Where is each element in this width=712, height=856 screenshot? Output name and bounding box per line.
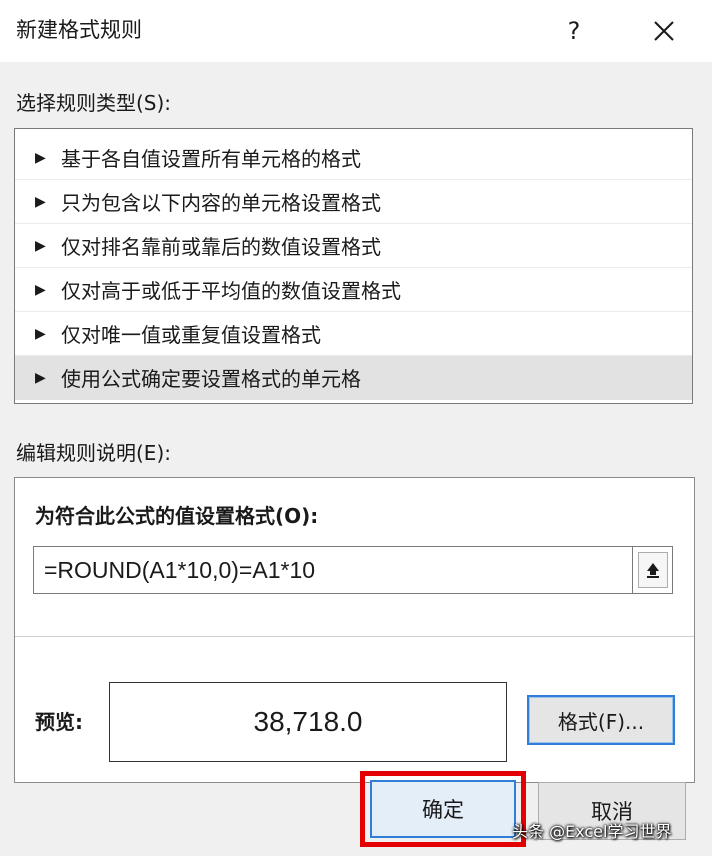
ok-button[interactable]: 确定 [370, 780, 516, 838]
collapse-dialog-icon [646, 563, 659, 578]
rule-type-item[interactable]: ▶ 基于各自值设置所有单元格的格式 [15, 136, 692, 180]
format-button[interactable]: 格式(F)... [527, 695, 675, 745]
triangle-right-icon: ▶ [35, 193, 46, 210]
dialog-title: 新建格式规则 [16, 18, 142, 42]
preview-box: 38,718.0 [109, 682, 507, 762]
rule-description-panel: 为符合此公式的值设置格式(O): =ROUND(A1*10,0)=A1*10 预… [14, 477, 695, 783]
rule-type-item[interactable]: ▶ 仅对高于或低于平均值的数值设置格式 [15, 268, 692, 312]
formula-input[interactable]: =ROUND(A1*10,0)=A1*10 [33, 546, 633, 594]
rule-type-item-label: 基于各自值设置所有单元格的格式 [61, 147, 361, 171]
preview-label: 预览: [35, 710, 83, 734]
watermark: 头条 @Excel学习世界 [512, 822, 672, 841]
rule-type-label: 选择规则类型(S): [16, 91, 172, 115]
rule-type-item-label: 仅对高于或低于平均值的数值设置格式 [61, 279, 401, 303]
rule-type-item-label: 仅对排名靠前或靠后的数值设置格式 [61, 235, 381, 259]
close-icon [654, 21, 674, 41]
title-bar: 新建格式规则 ? [0, 0, 712, 62]
rule-type-item[interactable]: ▶ 只为包含以下内容的单元格设置格式 [15, 180, 692, 224]
rule-type-item-selected[interactable]: ▶ 使用公式确定要设置格式的单元格 [15, 356, 692, 400]
rule-type-list[interactable]: ▶ 基于各自值设置所有单元格的格式 ▶ 只为包含以下内容的单元格设置格式 ▶ 仅… [14, 128, 693, 404]
collapse-dialog-button[interactable] [633, 546, 673, 594]
help-button[interactable]: ? [554, 12, 594, 50]
triangle-right-icon: ▶ [35, 369, 46, 386]
rule-type-item[interactable]: ▶ 仅对唯一值或重复值设置格式 [15, 312, 692, 356]
triangle-right-icon: ▶ [35, 281, 46, 298]
rule-type-item-label: 使用公式确定要设置格式的单元格 [61, 367, 361, 391]
triangle-right-icon: ▶ [35, 237, 46, 254]
preview-value: 38,718.0 [253, 706, 363, 737]
rule-description-label: 编辑规则说明(E): [16, 441, 171, 465]
triangle-right-icon: ▶ [35, 325, 46, 342]
rule-type-item[interactable]: ▶ 仅对排名靠前或靠后的数值设置格式 [15, 224, 692, 268]
triangle-right-icon: ▶ [35, 149, 46, 166]
formula-heading: 为符合此公式的值设置格式(O): [35, 504, 319, 528]
close-button[interactable] [642, 12, 686, 50]
collapse-dialog-button-face [637, 552, 668, 588]
rule-type-item-label: 只为包含以下内容的单元格设置格式 [61, 191, 381, 215]
divider [15, 636, 694, 637]
rule-type-item-label: 仅对唯一值或重复值设置格式 [61, 323, 321, 347]
